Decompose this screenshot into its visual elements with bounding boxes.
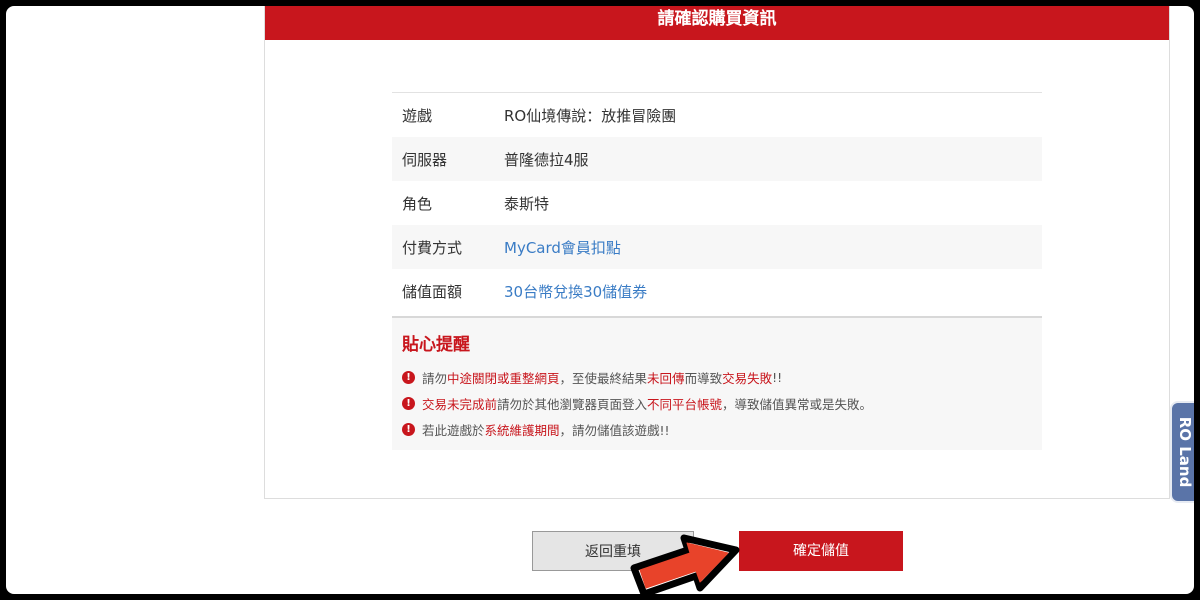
- info-row-amount: 儲值面額 30台幣兌換30儲值券: [392, 269, 1042, 313]
- text-segment: 而導致: [684, 371, 723, 386]
- row-value: 30台幣兌換30儲值券: [504, 282, 648, 301]
- panel-header: 請確認購買資訊: [265, 6, 1169, 40]
- row-value: 普隆德拉4服: [504, 150, 589, 169]
- text-segment: 系統維護期間: [484, 423, 560, 438]
- row-label: 遊戲: [402, 106, 433, 125]
- text-segment: !!: [772, 370, 783, 385]
- text-segment: ，導致儲值異常或是失敗。: [722, 397, 873, 412]
- info-row-payment-method: 付費方式 MyCard會員扣點: [392, 225, 1042, 269]
- exclamation-icon: !: [402, 371, 415, 384]
- row-value: RO仙境傳說：放推冒險團: [504, 106, 677, 125]
- reminder-title: 貼心提醒: [402, 335, 470, 355]
- text-segment: ，至使最終結果: [559, 371, 648, 386]
- reminder-box: 貼心提醒 ! 請勿 中途關閉或重整網頁 ，至使最終結果 未回傳 而導致 交易失敗…: [392, 316, 1042, 450]
- exclamation-icon: !: [402, 397, 415, 410]
- side-tab-label: RO Land: [1176, 416, 1194, 488]
- text-segment: 交易未完成前: [422, 397, 498, 412]
- text-segment: 交易失敗: [722, 371, 773, 386]
- exclamation-icon: !: [402, 423, 415, 436]
- ro-land-side-tab[interactable]: RO Land: [1170, 401, 1194, 503]
- text-segment: ，請勿儲值該遊戲!!: [559, 423, 670, 438]
- text-segment: 若此遊戲於: [422, 423, 485, 438]
- info-row-server: 伺服器 普隆德拉4服: [392, 137, 1042, 181]
- purchase-info-table: 遊戲 RO仙境傳說：放推冒險團 伺服器 普隆德拉4服 角色 泰斯特 付費方式 M…: [392, 92, 1042, 313]
- reminder-line-3: ! 若此遊戲於 系統維護期間 ，請勿儲值該遊戲!!: [402, 420, 670, 439]
- info-row-character: 角色 泰斯特: [392, 181, 1042, 225]
- row-label: 伺服器: [402, 150, 448, 169]
- row-label: 儲值面額: [402, 282, 463, 301]
- text-segment: 請勿於其他瀏覽器頁面登入: [497, 397, 648, 412]
- confirm-topup-button[interactable]: 確定儲值: [739, 531, 903, 571]
- row-value: MyCard會員扣點: [504, 238, 621, 257]
- arrow-pointer-icon: [630, 534, 740, 594]
- text-segment: 中途關閉或重整網頁: [447, 371, 560, 386]
- reminder-line-2: ! 交易未完成前 請勿於其他瀏覽器頁面登入 不同平台帳號 ，導致儲值異常或是失敗…: [402, 394, 872, 413]
- row-value: 泰斯特: [504, 194, 550, 213]
- page: 請確認購買資訊 遊戲 RO仙境傳說：放推冒險團 伺服器 普隆德拉4服 角色 泰斯…: [6, 6, 1194, 594]
- text-segment: 請勿: [422, 371, 448, 386]
- row-label: 付費方式: [402, 238, 463, 257]
- reminder-line-1: ! 請勿 中途關閉或重整網頁 ，至使最終結果 未回傳 而導致 交易失敗 !!: [402, 368, 782, 387]
- text-segment: 不同平台帳號: [647, 397, 723, 412]
- info-row-game: 遊戲 RO仙境傳說：放推冒險團: [392, 93, 1042, 137]
- purchase-confirm-panel: 請確認購買資訊 遊戲 RO仙境傳說：放推冒險團 伺服器 普隆德拉4服 角色 泰斯…: [264, 6, 1170, 499]
- text-segment: 未回傳: [647, 371, 685, 386]
- page-title: 請確認購買資訊: [657, 9, 777, 29]
- row-label: 角色: [402, 194, 433, 213]
